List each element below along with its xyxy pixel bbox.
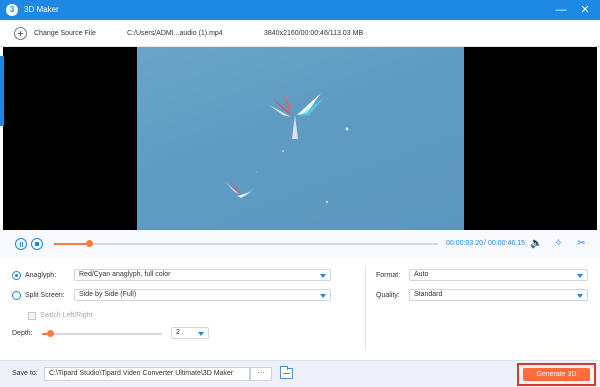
generate-3d-button[interactable]: Generate 3D	[523, 368, 590, 381]
chevron-down-icon	[320, 274, 326, 278]
close-icon[interactable]: ✕	[576, 2, 594, 18]
stop-icon[interactable]	[31, 238, 43, 250]
progress-fill	[54, 243, 89, 245]
add-source-icon[interactable]	[14, 27, 27, 40]
pin-icon[interactable]: ✧	[552, 237, 565, 250]
split-screen-label: Split Screen:	[25, 292, 65, 299]
title-bar: 3 3D Maker — ✕	[0, 0, 600, 20]
settings-panel: Anaglyph: Red/Cyan anaglyph, full color …	[0, 258, 600, 360]
browse-more-button[interactable]: ···	[250, 367, 272, 381]
source-file-path: C:/Users/ADMI...audio (1).mp4	[127, 30, 223, 37]
switch-left-right-label: Switch Left/Right	[40, 312, 93, 319]
window-title: 3D Maker	[24, 5, 59, 14]
format-value: Auto	[414, 271, 429, 278]
window-edge	[0, 56, 4, 126]
volume-icon[interactable]: 🔈	[530, 237, 543, 250]
video-frame	[137, 47, 464, 230]
chevron-down-icon	[577, 294, 583, 298]
chevron-down-icon	[577, 274, 583, 278]
settings-divider	[365, 266, 366, 350]
source-bar: Change Source File C:/Users/ADMI...audio…	[0, 20, 600, 47]
quality-label: Quality:	[376, 292, 400, 299]
depth-slider-handle[interactable]	[47, 330, 55, 337]
save-to-label: Save to:	[12, 370, 38, 377]
depth-slider[interactable]	[42, 330, 162, 337]
video-preview	[3, 47, 597, 230]
footer-bar: Save to: C:\Tipard Studio\Tipard Video C…	[0, 360, 600, 387]
chevron-down-icon	[198, 332, 204, 336]
split-screen-value: Side by Side (Full)	[79, 291, 137, 298]
quality-select[interactable]: Standard	[409, 289, 588, 301]
save-path-field[interactable]: C:\Tipard Studio\Tipard Video Converter …	[44, 367, 250, 381]
quality-value: Standard	[414, 291, 443, 298]
progress-handle[interactable]	[85, 240, 93, 247]
depth-select[interactable]: 2	[171, 327, 209, 339]
change-source-button[interactable]: Change Source File	[34, 30, 96, 37]
scissors-icon[interactable]: ✂	[575, 237, 588, 250]
anaglyph-value: Red/Cyan anaglyph, full color	[79, 271, 171, 278]
total-time: 00:00:46.15	[488, 240, 525, 247]
anaglyph-select[interactable]: Red/Cyan anaglyph, full color	[74, 269, 331, 281]
app-logo-icon: 3	[6, 4, 18, 16]
format-select[interactable]: Auto	[409, 269, 588, 281]
minimize-icon[interactable]: —	[552, 2, 570, 18]
time-separator: /	[484, 240, 486, 247]
anaglyph-bird-image	[225, 93, 349, 218]
progress-bar[interactable]	[54, 240, 438, 247]
chevron-down-icon	[320, 294, 326, 298]
split-screen-select[interactable]: Side by Side (Full)	[74, 289, 331, 301]
depth-value: 2	[176, 329, 180, 336]
playback-controls: 00:00:03.20 / 00:00:46.15 🔈 ✧ ✂	[0, 230, 600, 258]
current-time: 00:00:03.20	[446, 240, 483, 247]
format-label: Format:	[376, 272, 401, 279]
source-file-info: 3840x2160/00:00:46/113.03 MB	[264, 30, 364, 37]
split-screen-radio[interactable]	[12, 291, 21, 300]
depth-label: Depth:	[12, 330, 33, 337]
folder-icon[interactable]	[280, 366, 293, 379]
generate-highlight: Generate 3D	[517, 363, 596, 386]
anaglyph-label: Anaglyph:	[25, 272, 57, 279]
switch-left-right-checkbox[interactable]	[28, 312, 36, 320]
anaglyph-radio[interactable]	[12, 271, 21, 280]
pause-icon[interactable]	[15, 238, 27, 250]
